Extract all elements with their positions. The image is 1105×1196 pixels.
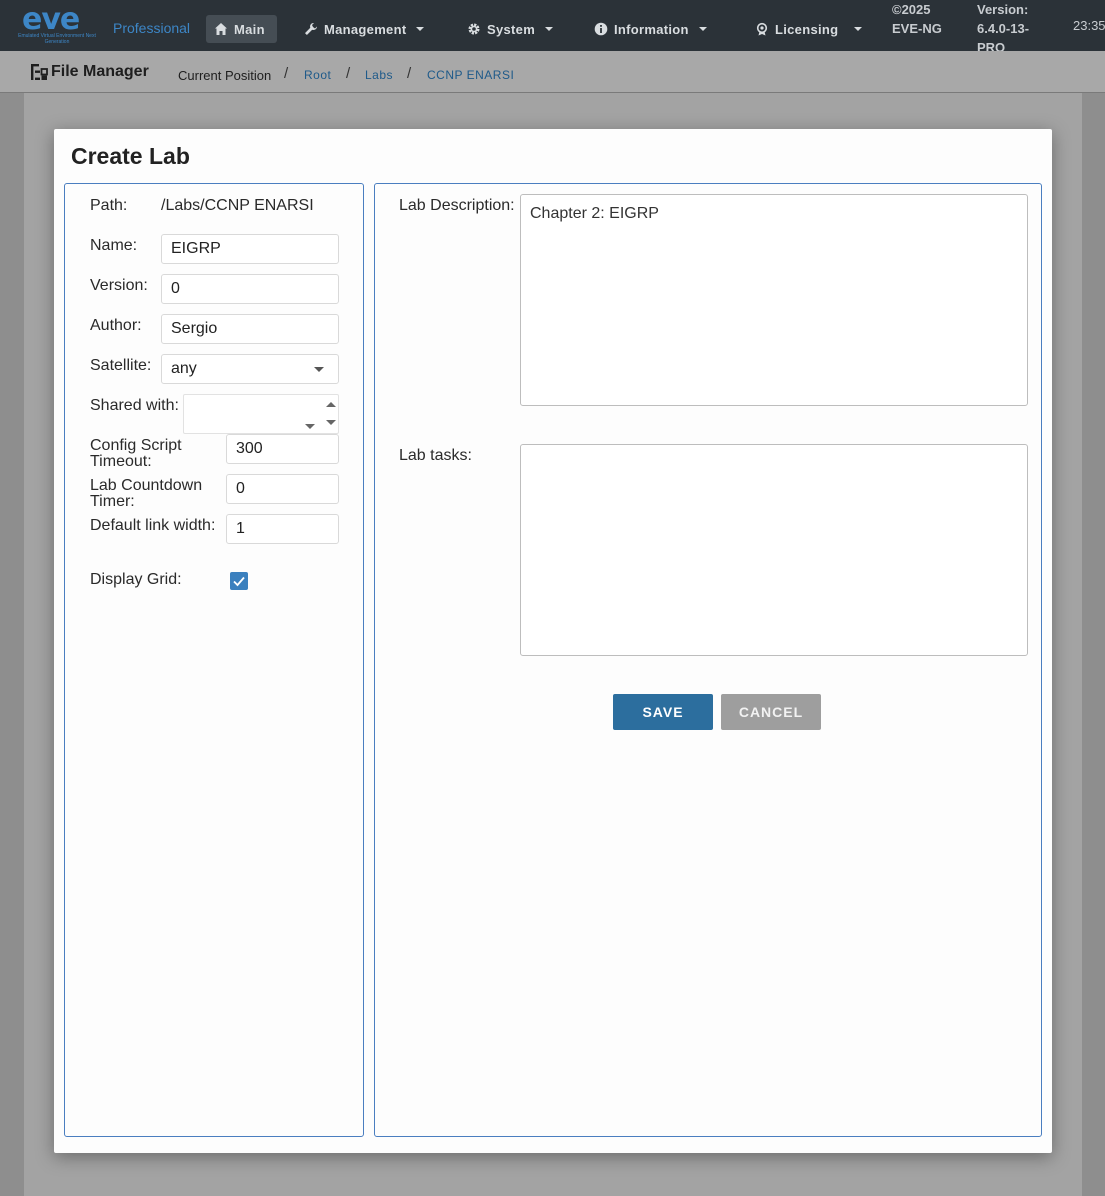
breadcrumb-current-label: Current Position — [178, 68, 272, 83]
path-value: /Labs/CCNP ENARSI — [161, 197, 314, 214]
top-navbar: eve Emulated Virtual Environment Next Ge… — [0, 0, 1105, 51]
breadcrumb-bar — [0, 51, 1105, 93]
chevron-down-icon — [416, 27, 425, 31]
nav-main-label: Main — [234, 21, 265, 37]
save-button[interactable]: SAVE — [613, 694, 713, 730]
display-grid-label: Display Grid: — [90, 571, 182, 588]
lab-tasks-textarea[interactable] — [520, 444, 1028, 656]
file-tree-icon — [31, 64, 48, 80]
nav-information-label: Information — [614, 21, 689, 37]
nav-licensing-label: Licensing — [775, 21, 839, 37]
clock-text: 23:35 — [1073, 18, 1105, 33]
gear-icon — [468, 23, 480, 35]
lab-description-textarea[interactable]: Chapter 2: EIGRP — [520, 194, 1028, 406]
config-timeout-input[interactable] — [226, 434, 339, 464]
shared-with-select[interactable] — [183, 394, 339, 434]
nav-information[interactable]: Information — [594, 15, 707, 43]
chevron-down-icon — [854, 27, 863, 31]
version-input[interactable] — [161, 274, 339, 304]
name-label: Name: — [90, 237, 138, 254]
chevron-down-icon — [698, 27, 707, 31]
breadcrumb-labs[interactable]: Labs — [365, 68, 393, 82]
breadcrumb-separator: / — [284, 65, 289, 82]
name-input[interactable] — [161, 234, 339, 264]
lab-details-panel: Lab Description: Chapter 2: EIGRP Lab ta… — [374, 183, 1042, 1137]
eve-logo[interactable]: eve Emulated Virtual Environment Next Ge… — [12, 2, 102, 45]
satellite-label: Satellite: — [90, 357, 152, 374]
lab-description-label: Lab Description: — [399, 197, 515, 214]
license-icon — [756, 22, 768, 36]
satellite-selected-value: any — [171, 360, 197, 377]
nav-licensing[interactable]: Licensing — [755, 15, 863, 43]
config-timeout-label: Config Script Timeout: — [90, 438, 182, 470]
logo-text: eve — [22, 2, 80, 37]
path-label: Path: — [90, 197, 128, 214]
version-text: Version: 6.4.0-13-PRO — [977, 2, 1030, 51]
nav-management[interactable]: Management — [304, 15, 425, 43]
breadcrumb-root[interactable]: Root — [304, 68, 331, 82]
chevron-down-icon — [545, 27, 554, 31]
breadcrumb-separator: / — [346, 65, 351, 82]
spinner-up-icon[interactable] — [326, 402, 336, 407]
link-width-label: Default link width: — [90, 517, 216, 534]
satellite-select[interactable]: any — [161, 354, 339, 384]
home-icon — [215, 23, 227, 35]
config-timeout-label-line1: Config Script — [90, 437, 182, 454]
dialog-title: Create Lab — [71, 143, 190, 169]
countdown-timer-label-line1: Lab Countdown — [90, 477, 203, 494]
author-label: Author: — [90, 317, 142, 334]
shared-with-label: Shared with: — [90, 397, 179, 414]
wrench-icon — [305, 23, 317, 35]
nav-system[interactable]: System — [467, 15, 554, 43]
spinner-down-icon[interactable] — [326, 420, 336, 425]
nav-system-label: System — [487, 21, 536, 37]
link-width-input[interactable] — [226, 514, 339, 544]
nav-management-label: Management — [324, 21, 407, 37]
lab-tasks-label: Lab tasks: — [399, 447, 472, 464]
breadcrumb-ccnp-enarsi[interactable]: CCNP ENARSI — [427, 68, 514, 82]
version-label: Version: — [90, 277, 148, 294]
checkmark-icon — [233, 576, 245, 587]
countdown-timer-label: Lab Countdown Timer: — [90, 478, 202, 510]
page-title: File Manager — [51, 63, 149, 80]
breadcrumb-separator: / — [407, 65, 412, 82]
chevron-down-icon — [305, 424, 315, 429]
create-lab-dialog: Create Lab Path: /Labs/CCNP ENARSI Name:… — [54, 129, 1052, 1153]
countdown-timer-label-line2: Timer: — [90, 493, 135, 510]
config-timeout-label-line2: Timeout: — [90, 453, 152, 470]
lab-properties-panel: Path: /Labs/CCNP ENARSI Name: Version: A… — [64, 183, 364, 1137]
countdown-timer-input[interactable] — [226, 474, 339, 504]
cancel-button[interactable]: CANCEL — [721, 694, 821, 730]
display-grid-checkbox[interactable] — [230, 572, 248, 590]
edition-label: Professional — [113, 20, 191, 36]
info-icon — [594, 22, 608, 36]
chevron-down-icon — [314, 367, 324, 372]
logo-tagline: Emulated Virtual Environment Next Genera… — [18, 33, 96, 45]
copyright-text: ©2025 EVE-NG — [892, 2, 942, 36]
nav-main[interactable]: Main — [206, 15, 277, 43]
author-input[interactable] — [161, 314, 339, 344]
